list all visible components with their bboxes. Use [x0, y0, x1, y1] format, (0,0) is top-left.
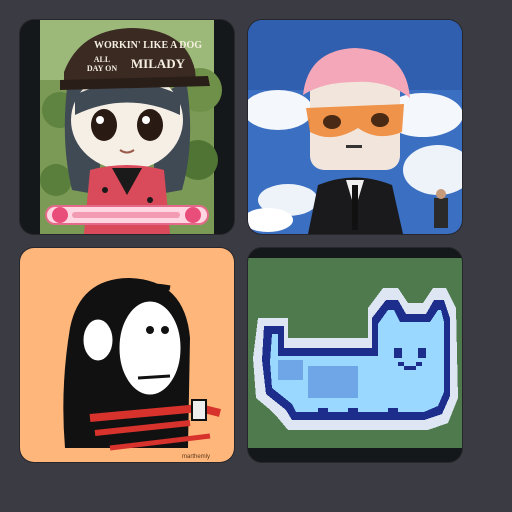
avatar-tile-2[interactable]: [248, 20, 462, 234]
anime-avatar-cap-icon: WORKIN' LIKE A DOG ALL DAY ON MILADY: [20, 20, 234, 234]
avatar-tile-1[interactable]: WORKIN' LIKE A DOG ALL DAY ON MILADY: [20, 20, 234, 234]
pixel-cat-icon: [248, 248, 462, 462]
cap-text-line1: WORKIN' LIKE A DOG: [94, 40, 202, 51]
cap-text-line3: DAY ON: [87, 64, 118, 73]
pink-hair-avatar-icon: [248, 20, 462, 234]
avatar-tile-3[interactable]: marthemly: [20, 248, 234, 462]
artist-signature: marthemly: [182, 454, 210, 460]
cap-brand-text: MILADY: [131, 56, 186, 71]
headphones-stick-figure-icon: marthemly: [20, 248, 234, 462]
avatar-tile-4[interactable]: [248, 248, 462, 462]
cap-text-line2: ALL: [94, 55, 110, 64]
